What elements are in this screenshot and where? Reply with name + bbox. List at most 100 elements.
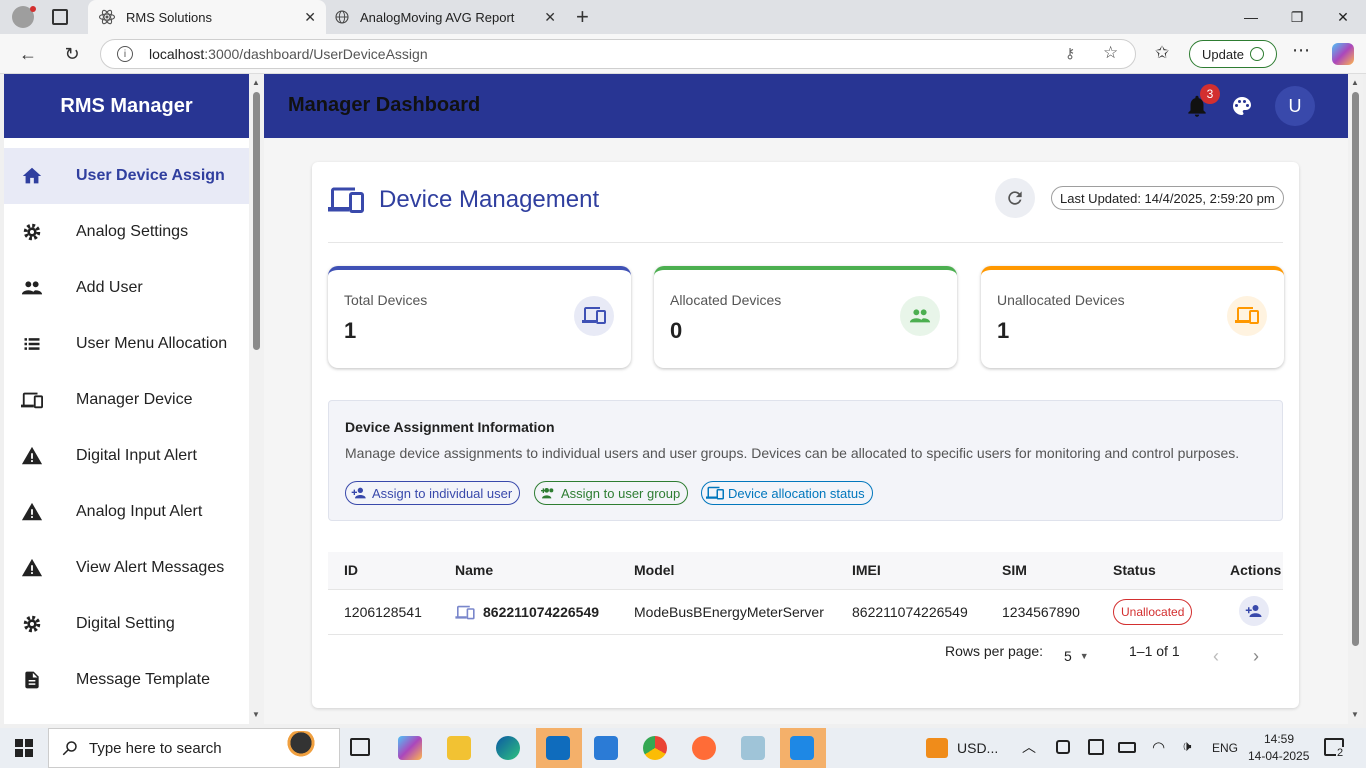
tab-title: RMS Solutions (126, 9, 212, 25)
task-view-icon[interactable] (350, 738, 370, 756)
minimize-icon[interactable]: — (1228, 0, 1274, 34)
info-icon[interactable]: i (117, 46, 133, 62)
col-sim[interactable]: SIM (1002, 562, 1027, 578)
col-imei[interactable]: IMEI (852, 562, 881, 578)
favorites-icon[interactable]: ✩ (1155, 43, 1169, 63)
clock-date[interactable]: 14-04-2025 (1248, 749, 1309, 763)
sidebar-scrollbar[interactable]: ▲ ▼ (249, 74, 264, 724)
notes-icon[interactable] (741, 736, 765, 760)
stat-label: Total Devices (344, 292, 428, 308)
sidebar-item-label: Analog Settings (76, 223, 189, 240)
divider (328, 634, 1283, 635)
chip-assign-group[interactable]: Assign to user group (534, 481, 689, 505)
scroll-up-icon[interactable]: ▲ (252, 78, 260, 87)
col-status[interactable]: Status (1113, 562, 1156, 578)
chevron-up-icon[interactable]: ︿ (1022, 737, 1036, 757)
windows-start-icon[interactable] (15, 739, 33, 757)
stat-label: Unallocated Devices (997, 292, 1125, 308)
vscode-icon[interactable] (594, 736, 618, 760)
warning-icon (20, 556, 44, 580)
chrome-icon[interactable] (643, 736, 667, 760)
scroll-down-icon[interactable]: ▼ (1351, 710, 1359, 719)
scroll-up-icon[interactable]: ▲ (1351, 78, 1359, 87)
outlook-icon[interactable] (546, 736, 570, 760)
col-model[interactable]: Model (634, 562, 674, 578)
copilot-icon[interactable] (398, 736, 422, 760)
sidebar-item-label: View Alert Messages (76, 559, 225, 576)
clipboard-icon[interactable] (1088, 739, 1104, 755)
sidebar-item-view-alert-messages[interactable]: View Alert Messages (4, 540, 249, 596)
sidebar-item-digital-setting[interactable]: Digital Setting (4, 596, 249, 652)
stat-value: 0 (670, 318, 683, 343)
page-scrollbar[interactable]: ▲ ▼ (1348, 74, 1363, 724)
sidebar-item-digital-input-alert[interactable]: Digital Input Alert (4, 428, 249, 484)
chevron-left-icon[interactable]: ‹ (1213, 646, 1219, 667)
chip-label: Assign to individual user (372, 485, 513, 501)
col-name[interactable]: Name (455, 562, 493, 578)
tab-analog-report[interactable]: AnalogMoving AVG Report ✕ (328, 0, 566, 34)
sidebar-item-analog-settings[interactable]: Analog Settings (4, 204, 249, 260)
info-text: Manage device assignments to individual … (345, 445, 1240, 461)
stat-value: 1 (997, 318, 1010, 343)
sidebar-item-message-template[interactable]: Message Template (4, 652, 249, 708)
file-explorer-icon[interactable] (447, 736, 471, 760)
device-table: ID Name Model IMEI SIM Status Actions 12… (328, 552, 1283, 684)
scrollbar-thumb[interactable] (253, 92, 260, 350)
refresh-icon (1008, 191, 1022, 205)
volume-icon[interactable]: 🕩 (1182, 738, 1191, 755)
taskbar: Type here to search USD... ︿ ◠ 🕩 ENG 14:… (0, 728, 1366, 768)
sidebar-item-user-menu-allocation[interactable]: User Menu Allocation (4, 316, 249, 372)
key-icon[interactable]: ⚷ (1065, 45, 1075, 62)
info-title: Device Assignment Information (345, 419, 555, 435)
rows-per-page-value: 5 (1064, 648, 1072, 664)
close-icon[interactable]: ✕ (544, 9, 556, 26)
chip-allocation-status[interactable]: Device allocation status (701, 481, 873, 505)
favorite-star-icon[interactable]: ☆ (1103, 43, 1118, 63)
gear-icon (20, 220, 44, 244)
rows-per-page-select[interactable]: 5 ▼ (1064, 648, 1089, 664)
battery-icon[interactable] (1118, 742, 1136, 753)
sidebar-item-user-device-assign[interactable]: User Device Assign (4, 148, 249, 204)
reload-icon[interactable]: ↻ (60, 42, 84, 66)
copilot-icon[interactable] (1332, 43, 1354, 65)
taskbar-search[interactable]: Type here to search (48, 728, 340, 768)
input-language[interactable]: ENG (1212, 741, 1238, 755)
currency-ticker[interactable]: USD... (957, 740, 998, 756)
meet-icon[interactable] (1056, 740, 1070, 754)
window-close-icon[interactable]: ✕ (1320, 0, 1366, 34)
chevron-right-icon[interactable]: › (1253, 646, 1259, 667)
device-management-card: Device Management Last Updated: 14/4/202… (312, 162, 1299, 708)
sidebar-item-manager-device[interactable]: Manager Device (4, 372, 249, 428)
palette-icon[interactable] (1230, 94, 1254, 118)
restore-icon[interactable]: ❐ (1274, 0, 1320, 34)
postman-icon[interactable] (692, 736, 716, 760)
sidebar-item-add-user[interactable]: Add User (4, 260, 249, 316)
tab-actions-icon[interactable] (52, 9, 68, 25)
back-icon[interactable]: ← (16, 42, 40, 66)
clock-time[interactable]: 14:59 (1264, 732, 1294, 746)
devices-icon (574, 296, 614, 336)
sidebar-item-label: Message Template (76, 671, 210, 688)
chip-assign-individual[interactable]: Assign to individual user (345, 481, 521, 505)
photos-icon[interactable] (790, 736, 814, 760)
scroll-down-icon[interactable]: ▼ (252, 710, 260, 719)
more-menu-icon[interactable]: ⋯ (1292, 40, 1310, 61)
browser-tab-bar: RMS Solutions ✕ AnalogMoving AVG Report … (0, 0, 1366, 34)
cell-model: ModeBusBEnergyMeterServer (634, 604, 824, 620)
assign-user-button[interactable] (1239, 596, 1269, 626)
puffin-icon (281, 731, 321, 765)
wifi-icon[interactable]: ◠ (1152, 738, 1165, 756)
stat-label: Allocated Devices (670, 292, 782, 308)
tab-rms-solutions[interactable]: RMS Solutions ✕ (88, 0, 326, 34)
avatar[interactable]: U (1275, 86, 1315, 126)
update-button[interactable]: Update (1189, 40, 1277, 68)
new-tab-icon[interactable]: + (576, 4, 589, 30)
url-field[interactable]: i localhost:3000/dashboard/UserDeviceAss… (100, 39, 1136, 69)
close-icon[interactable]: ✕ (304, 9, 316, 26)
col-id[interactable]: ID (344, 562, 358, 578)
sidebar-item-label: Digital Input Alert (76, 447, 197, 464)
scrollbar-thumb[interactable] (1352, 92, 1359, 646)
refresh-button[interactable] (995, 178, 1035, 218)
sidebar-item-analog-input-alert[interactable]: Analog Input Alert (4, 484, 249, 540)
edge-icon[interactable] (496, 736, 520, 760)
